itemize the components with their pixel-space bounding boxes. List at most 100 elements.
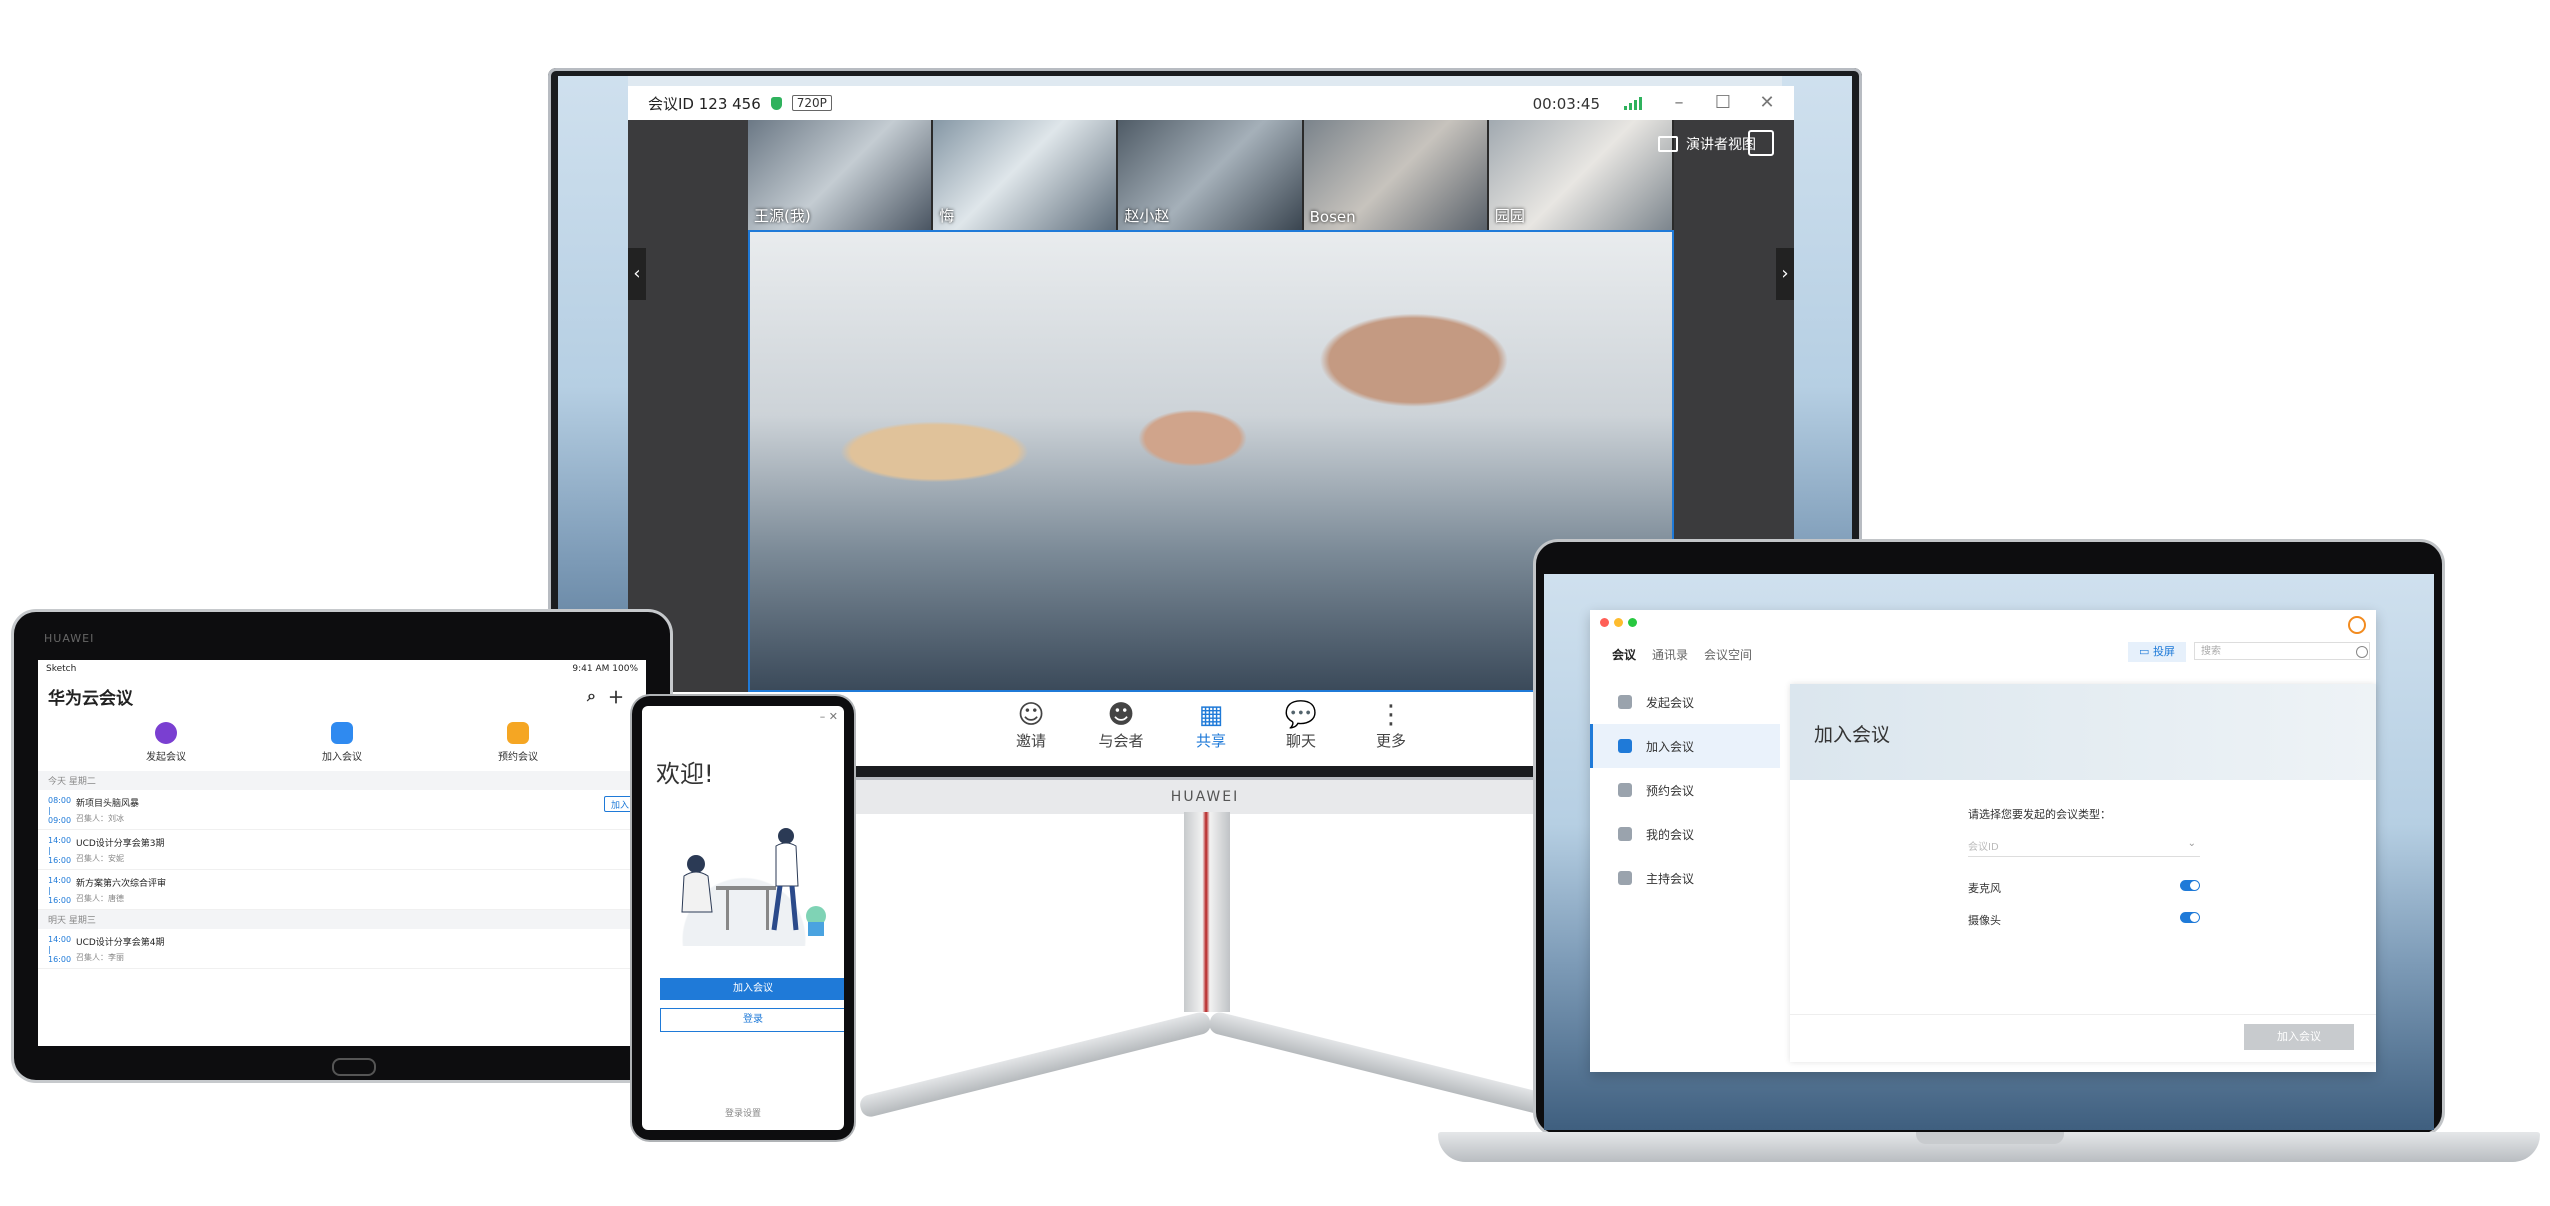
resolution-badge[interactable]: 720P — [791, 95, 832, 111]
participant-tile[interactable]: 悔 — [933, 120, 1119, 230]
add-icon[interactable]: ＋ — [608, 684, 624, 708]
sidebar-item-join[interactable]: 加入会议 — [1590, 724, 1780, 768]
close-icon[interactable]: ✕ — [1756, 92, 1778, 114]
host-icon — [1618, 871, 1632, 885]
laptop-notch — [1916, 1132, 2064, 1144]
tablet-screen: Sketch 9:41 AM 100% 华为云会议 ⌕ ＋ 发起会议 加入会议 … — [38, 660, 646, 1046]
start-meeting-button[interactable]: 发起会议 — [126, 722, 206, 763]
chevron-down-icon: ⌄ — [2187, 838, 2196, 849]
sidebar-item-schedule[interactable]: 预约会议 — [1590, 768, 1780, 812]
cast-button[interactable]: ▭ 投屏 — [2128, 642, 2186, 662]
next-page-button[interactable]: › — [1776, 248, 1794, 300]
meeting-type-question: 请选择您要发起的会议类型： — [1968, 808, 2111, 821]
prev-page-button[interactable]: ‹ — [628, 248, 646, 300]
join-icon — [1618, 739, 1632, 753]
list-item[interactable]: 14:00 | 16:00 UCD设计分享会第4期 召集人：李丽 — [38, 929, 646, 969]
phone-device: – ✕ 欢迎! 加入会议 登录 登录设置 — [632, 696, 854, 1140]
list-item[interactable]: 14:00 | 16:00 新方案第六次综合评审 召集人：唐德 — [38, 870, 646, 910]
section-header: 今天 星期二 — [38, 771, 646, 790]
microphone-toggle[interactable] — [2180, 880, 2200, 891]
desktop-app-window: 会议 通讯录 会议空间 ▭ 投屏 搜索 发起会议 加入会议 预约会议 我的会议 … — [1590, 610, 2376, 1072]
panel-title: 加入会议 — [1814, 724, 1891, 746]
screen-icon — [1658, 136, 1678, 152]
panel-banner: 加入会议 — [1790, 684, 2376, 780]
tablet-brand: HUAWEI — [44, 632, 95, 645]
participant-tile[interactable]: 王源(我) — [748, 120, 934, 230]
invite-button[interactable]: ☺ 邀请 — [1001, 700, 1061, 766]
sidebar: 发起会议 加入会议 预约会议 我的会议 主持会议 — [1590, 680, 1780, 1072]
participants-button[interactable]: ☻ 与会者 — [1091, 700, 1151, 766]
divider — [1790, 1014, 2376, 1015]
meeting-timer: 00:03:45 — [1532, 95, 1600, 113]
calendar-icon — [507, 722, 529, 744]
participant-tile[interactable]: Bosen — [1303, 120, 1489, 230]
participant-tile[interactable]: 赵小赵 — [1118, 120, 1304, 230]
more-icon: ⋮ — [1378, 700, 1404, 730]
sidebar-item-my-meetings[interactable]: 我的会议 — [1590, 812, 1780, 856]
calendar-icon — [1618, 827, 1632, 841]
meeting-id-select[interactable]: 会议ID ⌄ — [1968, 838, 2200, 857]
participants-icon: ☻ — [1107, 700, 1135, 730]
window-controls[interactable]: – ✕ — [820, 710, 838, 723]
monitor-stand — [1184, 812, 1230, 1012]
monitor-stand-leg — [1207, 1010, 1562, 1119]
welcome-illustration — [656, 816, 832, 946]
monitor-stand-leg — [858, 1010, 1213, 1119]
microphone-option: 麦克风 — [1968, 880, 2200, 896]
meeting-id: 会议ID 123 456 — [648, 94, 761, 113]
phone-icon — [155, 722, 177, 744]
meeting-titlebar: 会议ID 123 456 720P 00:03:45 – ☐ ✕ — [628, 86, 1794, 120]
phone-screen: – ✕ 欢迎! 加入会议 登录 登录设置 — [642, 706, 844, 1130]
signal-icon[interactable] — [1624, 96, 1642, 110]
tab-meeting-space[interactable]: 会议空间 — [1704, 646, 1752, 663]
sidebar-item-host[interactable]: 主持会议 — [1590, 856, 1780, 900]
tab-contacts[interactable]: 通讯录 — [1652, 646, 1688, 663]
join-icon — [331, 722, 353, 744]
presenter-view-button[interactable]: 演讲者视图 — [1658, 134, 1756, 154]
status-bar: Sketch 9:41 AM 100% — [46, 664, 638, 674]
camera-toggle[interactable] — [2180, 912, 2200, 923]
schedule-meeting-button[interactable]: 预约会议 — [478, 722, 558, 763]
sidebar-item-start[interactable]: 发起会议 — [1590, 680, 1780, 724]
maximize-icon[interactable]: ☐ — [1712, 92, 1734, 114]
home-button[interactable] — [332, 1058, 376, 1076]
quick-actions: 发起会议 加入会议 预约会议 — [38, 714, 646, 771]
search-input[interactable]: 搜索 — [2194, 642, 2370, 660]
avatar[interactable] — [2348, 616, 2366, 634]
list-item[interactable]: 08:00 | 09:00 新项目头脑风暴 召集人：刘冰 加入 — [38, 790, 646, 830]
minimize-dot-icon[interactable] — [1614, 618, 1623, 627]
close-dot-icon[interactable] — [1600, 618, 1609, 627]
join-meeting-button[interactable]: 加入会议 — [660, 978, 844, 1000]
join-meeting-button[interactable]: 加入会议 — [302, 722, 382, 763]
login-button[interactable]: 登录 — [660, 1008, 844, 1032]
camera-option: 摄像头 — [1968, 912, 2200, 928]
join-meeting-panel: 加入会议 请选择您要发起的会议类型： 会议ID ⌄ 麦克风 摄像头 加入会议 — [1790, 684, 2376, 1062]
phone-icon — [1618, 695, 1632, 709]
participant-tile[interactable]: 园园 — [1488, 120, 1675, 230]
tab-meeting[interactable]: 会议 — [1612, 646, 1636, 663]
tablet-device: HUAWEI Sketch 9:41 AM 100% 华为云会议 ⌕ ＋ 发起会… — [14, 612, 670, 1080]
more-button[interactable]: ⋮ 更多 — [1361, 700, 1421, 766]
top-nav: 会议 通讯录 会议空间 — [1612, 646, 1752, 663]
login-settings-link[interactable]: 登录设置 — [642, 1106, 844, 1119]
people-illustration — [681, 828, 826, 936]
chat-button[interactable]: 💬 聊天 — [1271, 700, 1331, 766]
search-icon[interactable] — [2356, 646, 2368, 658]
invite-icon: ☺ — [1017, 700, 1045, 730]
laptop-screen: 会议 通讯录 会议空间 ▭ 投屏 搜索 发起会议 加入会议 预约会议 我的会议 … — [1544, 574, 2434, 1130]
minimize-icon[interactable]: – — [1668, 92, 1690, 114]
section-header: 明天 星期三 — [38, 910, 646, 929]
fullscreen-icon[interactable] — [1748, 130, 1774, 156]
list-item[interactable]: 14:00 | 16:00 UCD设计分享会第3期 召集人：安妮 — [38, 830, 646, 870]
calendar-icon — [1618, 783, 1632, 797]
welcome-title: 欢迎! — [656, 760, 714, 788]
chat-icon: 💬 — [1284, 700, 1318, 730]
zoom-dot-icon[interactable] — [1628, 618, 1637, 627]
search-icon[interactable]: ⌕ — [587, 686, 596, 706]
share-button[interactable]: ▦ 共享 — [1181, 700, 1241, 766]
join-meeting-button[interactable]: 加入会议 — [2244, 1024, 2354, 1050]
participant-strip: 王源(我) 悔 赵小赵 Bosen 园园 — [748, 120, 1675, 230]
page-title: 华为云会议 ⌕ ＋ — [48, 684, 624, 709]
shield-icon — [770, 96, 782, 110]
share-icon: ▦ — [1198, 700, 1224, 730]
